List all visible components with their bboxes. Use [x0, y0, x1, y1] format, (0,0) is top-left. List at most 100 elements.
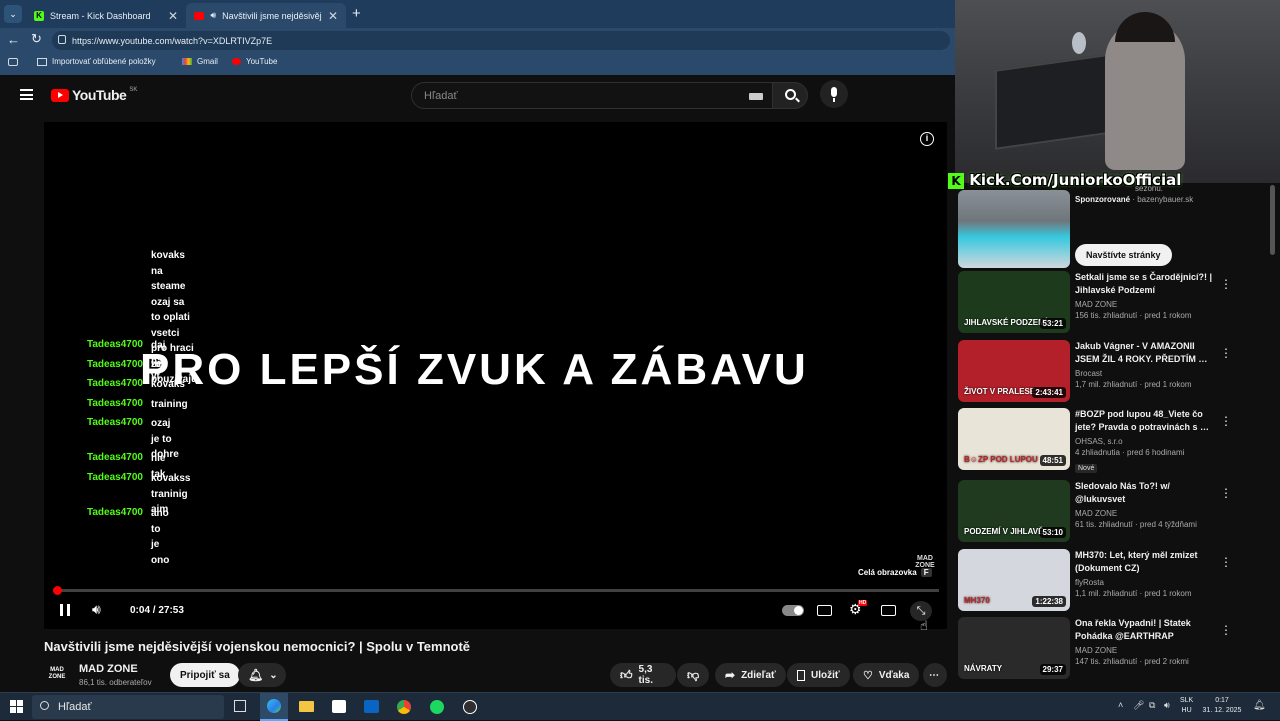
- video-title[interactable]: MH370: Let, který měl zmizet (Dokument C…: [1075, 549, 1215, 575]
- dislike-button[interactable]: 👎︎: [677, 663, 709, 687]
- volume-button[interactable]: 🔊︎: [92, 601, 101, 618]
- search-button[interactable]: [772, 82, 808, 109]
- close-icon[interactable]: ✕: [168, 9, 178, 23]
- video-channel[interactable]: MAD ZONE: [1075, 646, 1215, 655]
- edge-icon[interactable]: [260, 693, 288, 721]
- chrome-icon[interactable]: [397, 700, 411, 714]
- bookmark-import[interactable]: Importovať obľúbené položky: [37, 57, 156, 66]
- video-title[interactable]: Jakub Vágner - V AMAZONII JSEM ŽIL 4 ROK…: [1075, 340, 1215, 366]
- language-indicator[interactable]: SLK HU: [1180, 696, 1193, 716]
- chat-message: Tadeas4700: [87, 505, 143, 521]
- video-thumbnail[interactable]: MH370 1:22:38: [958, 549, 1070, 611]
- mouse-cursor-icon: ☝︎: [920, 618, 928, 633]
- video-channel[interactable]: MAD ZONE: [1075, 300, 1215, 309]
- progress-bar[interactable]: [53, 586, 939, 595]
- chat-nick: Tadeas4700: [87, 378, 143, 389]
- video-channel[interactable]: flyRosta: [1075, 578, 1215, 587]
- miniplayer-button[interactable]: [881, 605, 896, 616]
- more-actions-button[interactable]: ⋯: [923, 663, 947, 687]
- info-icon[interactable]: i: [920, 132, 934, 146]
- save-button[interactable]: Uložiť: [787, 663, 850, 687]
- more-options-icon[interactable]: ⋮: [1220, 555, 1232, 569]
- notifications-icon[interactable]: 🔔︎: [1253, 700, 1266, 711]
- video-thumbnail[interactable]: JIHLAVSKÉ PODZEMÍ 53:21: [958, 271, 1070, 333]
- video-title[interactable]: Ona řekla Vypadni! | Statek Pohádka @EAR…: [1075, 617, 1215, 643]
- more-options-icon[interactable]: ⋮: [1220, 346, 1232, 360]
- list-item[interactable]: PODZEMÍ V JIHLAVĚ 53:10 Sledovalo Nás To?!…: [958, 480, 1232, 542]
- youtube-logo[interactable]: YouTube SK: [51, 87, 137, 103]
- tab-kick-dashboard[interactable]: K Stream - Kick Dashboard ✕: [26, 3, 186, 28]
- reload-icon[interactable]: ↻: [31, 31, 42, 47]
- list-item[interactable]: NÁVRATY 29:37 Ona řekla Vypadni! | Statek …: [958, 617, 1232, 679]
- task-view-icon[interactable]: [234, 700, 246, 712]
- reading-list-icon[interactable]: [8, 58, 18, 66]
- settings-button[interactable]: ⚙︎ HD: [849, 600, 868, 618]
- mic-tray-icon[interactable]: 🎤︎: [1133, 700, 1144, 711]
- kick-icon: K: [34, 10, 44, 21]
- start-button[interactable]: [10, 700, 23, 713]
- network-icon[interactable]: ⧉: [1149, 700, 1155, 711]
- video-thumbnail[interactable]: ŽIVOT V PRALESE 2:43:41: [958, 340, 1070, 402]
- video-channel[interactable]: OHSAS, s.r.o: [1075, 437, 1215, 446]
- back-icon[interactable]: ←: [7, 32, 20, 47]
- tab-menu-button[interactable]: ⌄: [4, 5, 22, 23]
- close-icon[interactable]: ✕: [328, 9, 338, 23]
- clock[interactable]: 0:17 31. 12. 2025: [1200, 696, 1244, 716]
- video-thumbnail[interactable]: PODZEMÍ V JIHLAVĚ 53:10: [958, 480, 1070, 542]
- join-button[interactable]: Pripojiť sa: [170, 663, 240, 687]
- bookmark-label: YouTube: [246, 57, 278, 66]
- chat-line: steame ozaj sa: [151, 281, 186, 308]
- more-options-icon[interactable]: ⋮: [1220, 414, 1232, 428]
- menu-icon[interactable]: [20, 89, 33, 100]
- url-field[interactable]: https://www.youtube.com/watch?v=XDLRTIVZ…: [52, 31, 950, 50]
- channel-avatar[interactable]: MAD ZONE: [44, 662, 70, 688]
- video-thumbnail[interactable]: B☺ZP POD LUPOU 48:51: [958, 408, 1070, 470]
- spotify-icon[interactable]: [430, 700, 444, 714]
- keyboard-icon[interactable]: [749, 93, 763, 100]
- video-meta: 147 tis. zhliadnutí · pred 2 rokmi: [1075, 657, 1189, 666]
- volume-icon[interactable]: 🔊︎: [1164, 700, 1170, 711]
- search-input[interactable]: Hľadať: [411, 82, 774, 109]
- more-options-icon[interactable]: ⋮: [1220, 277, 1232, 291]
- channel-name[interactable]: MAD ZONE: [79, 663, 138, 675]
- thumbnail-text: B☺ZP POD LUPOU: [964, 455, 1038, 464]
- visit-site-button[interactable]: Navštívte stránky: [1075, 244, 1172, 266]
- bookmark-gmail[interactable]: Gmail: [182, 57, 218, 66]
- file-explorer-icon[interactable]: [299, 701, 314, 712]
- voice-search-button[interactable]: [820, 80, 848, 108]
- tab-youtube[interactable]: 🔊︎ Navštivili jsme nejděsivější voj… ✕: [186, 3, 346, 28]
- more-options-icon[interactable]: ⋮: [1220, 623, 1232, 637]
- video-channel[interactable]: Brocast: [1075, 369, 1215, 378]
- obs-icon[interactable]: [463, 700, 477, 714]
- list-item[interactable]: JIHLAVSKÉ PODZEMÍ 53:21 Setkali jsme se s …: [958, 271, 1232, 333]
- autoplay-toggle[interactable]: [782, 605, 804, 616]
- channel-watermark: MAD ZONE: [915, 555, 935, 569]
- video-channel[interactable]: MAD ZONE: [1075, 509, 1215, 518]
- more-options-icon[interactable]: ⋮: [1220, 486, 1232, 500]
- ad-thumbnail[interactable]: [958, 190, 1070, 268]
- bookmark-youtube[interactable]: YouTube: [232, 57, 277, 66]
- sidebar-scrollbar[interactable]: [1270, 185, 1275, 255]
- share-button[interactable]: ➦ Zdieľať: [715, 663, 786, 687]
- new-tab-button[interactable]: +: [352, 5, 361, 22]
- taskbar-search[interactable]: Hľadať: [32, 695, 224, 719]
- video-title[interactable]: #BOZP pod lupou 48_Viete čo jete? Pravda…: [1075, 408, 1215, 434]
- like-button[interactable]: 👍︎ 5,3 tis.: [610, 663, 676, 687]
- list-item[interactable]: MH370 1:22:38 MH370: Let, který měl zmizet…: [958, 549, 1232, 611]
- pause-button[interactable]: [60, 604, 70, 616]
- subscribe-bell-button[interactable]: 🔔︎ ⌄: [238, 663, 286, 687]
- youtube-icon: [232, 58, 241, 65]
- subtitles-button[interactable]: [817, 605, 832, 616]
- video-thumbnail[interactable]: NÁVRATY 29:37: [958, 617, 1070, 679]
- ad-item[interactable]: sezónu. Sponzorované · bazenybauer.sk Na…: [958, 184, 1220, 268]
- video-title[interactable]: Sledovalo Nás To?! w/ @lukuvsvet: [1075, 480, 1215, 506]
- video-title[interactable]: Setkali jsme se s Čarodějnicí?! | Jihlav…: [1075, 271, 1215, 297]
- thumbnail-text: JIHLAVSKÉ PODZEMÍ: [964, 318, 1047, 327]
- outlook-icon[interactable]: [364, 700, 379, 713]
- thanks-button[interactable]: ♡ Vďaka: [853, 663, 920, 687]
- list-item[interactable]: ŽIVOT V PRALESE 2:43:41 Jakub Vágner - V A…: [958, 340, 1232, 402]
- list-item[interactable]: B☺ZP POD LUPOU 48:51 #BOZP pod lupou 48_Vi…: [958, 408, 1232, 473]
- youtube-play-icon: [51, 88, 69, 102]
- store-icon[interactable]: [332, 700, 346, 713]
- system-tray-chevron-icon[interactable]: ˄: [1118, 700, 1123, 710]
